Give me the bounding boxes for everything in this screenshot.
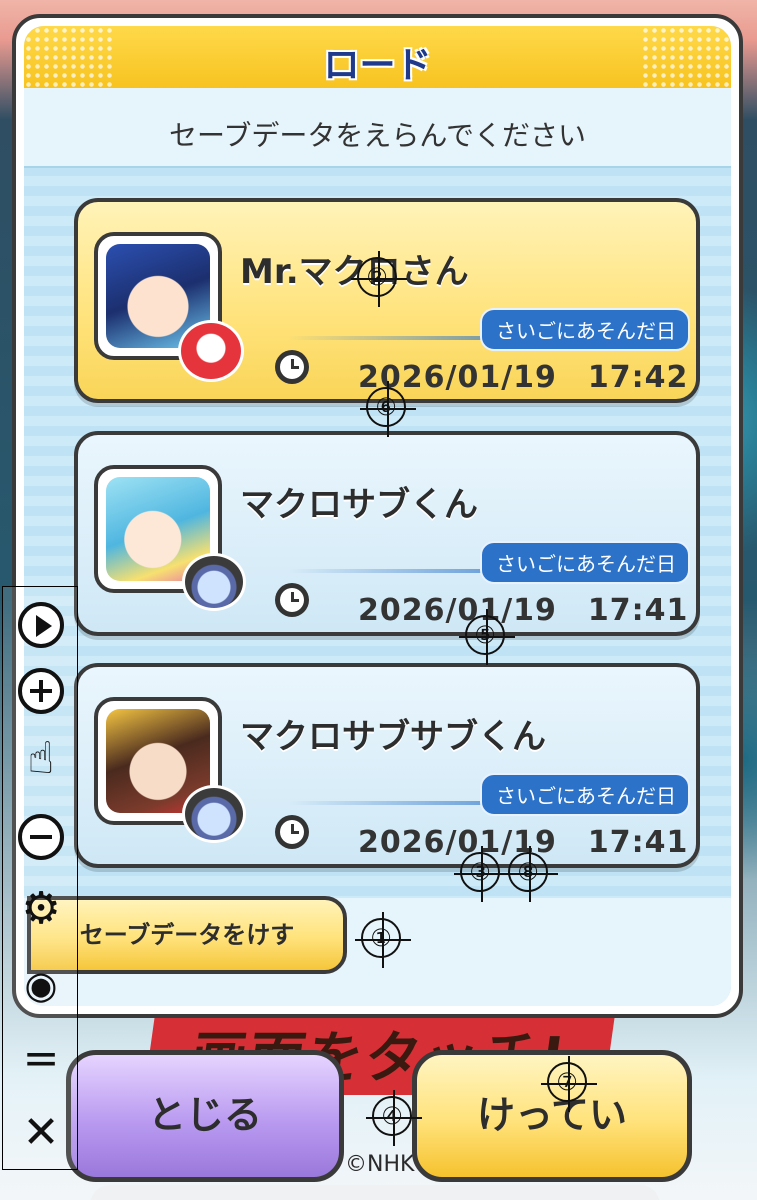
load-dialog-body: ロード セーブデータをえらんでください Mr.マクロさん さいごにあそんだ日 2… xyxy=(24,26,731,1006)
companion-badge-icon xyxy=(182,785,246,843)
save-datetime: 2026/01/19 17:42 xyxy=(358,360,689,395)
close-button[interactable]: とじる xyxy=(66,1050,344,1182)
save-datetime: 2026/01/19 17:41 xyxy=(358,593,689,628)
marker-5: ⑤ xyxy=(459,609,515,665)
dialog-subtitle: セーブデータをえらんでください xyxy=(169,119,586,152)
marker-7: ⑦ xyxy=(541,1056,597,1112)
eye-off-icon[interactable]: ◉ xyxy=(13,957,69,1013)
marker-3: ③ xyxy=(454,846,510,902)
clock-icon xyxy=(275,815,309,849)
last-played-label: さいごにあそんだ日 xyxy=(480,773,690,816)
clock-icon xyxy=(275,350,309,384)
subtitle-band: セーブデータをえらんでください xyxy=(24,88,731,168)
clock-icon xyxy=(275,583,309,617)
marker-4: ④ xyxy=(366,1090,422,1146)
save-slot-3[interactable]: マクロサブサブくん さいごにあそんだ日 2026/01/19 17:41 xyxy=(74,663,700,868)
marker-8: ⑧ xyxy=(502,846,558,902)
marker-6: ⑥ xyxy=(360,381,416,437)
close-icon[interactable]: ✕ xyxy=(13,1105,69,1161)
macro-toolbar: ☝ ⚙ ◉ = ✕ xyxy=(2,586,78,1170)
save-slot-1[interactable]: Mr.マクロさん さいごにあそんだ日 2026/01/19 17:42 xyxy=(74,198,700,403)
play-icon[interactable] xyxy=(13,597,69,653)
companion-badge-icon xyxy=(178,320,244,382)
load-dialog: ロード セーブデータをえらんでください Mr.マクロさん さいごにあそんだ日 2… xyxy=(12,14,743,1018)
dialog-title: ロード xyxy=(323,45,432,86)
plus-icon[interactable] xyxy=(13,663,69,719)
last-played-label: さいごにあそんだ日 xyxy=(480,541,690,584)
save-name: Mr.マクロさん xyxy=(240,252,469,292)
companion-badge-icon xyxy=(182,553,246,611)
hand-pointer-icon[interactable]: ☝ xyxy=(13,731,69,787)
gear-icon[interactable]: ⚙ xyxy=(13,881,69,937)
last-played-label: さいごにあそんだ日 xyxy=(480,308,690,351)
copyright-text: ©NHK xyxy=(345,1152,415,1177)
marker-1: ① xyxy=(355,912,411,968)
minus-icon[interactable] xyxy=(13,809,69,865)
bottom-sheet-edge xyxy=(90,1185,660,1200)
save-name: マクロサブサブくん xyxy=(240,717,546,757)
save-name: マクロサブくん xyxy=(240,485,478,525)
save-slot-2[interactable]: マクロサブくん さいごにあそんだ日 2026/01/19 17:41 xyxy=(74,431,700,636)
marker-2: ② xyxy=(351,251,407,307)
equals-icon[interactable]: = xyxy=(13,1031,69,1087)
title-bar: ロード xyxy=(24,26,731,88)
